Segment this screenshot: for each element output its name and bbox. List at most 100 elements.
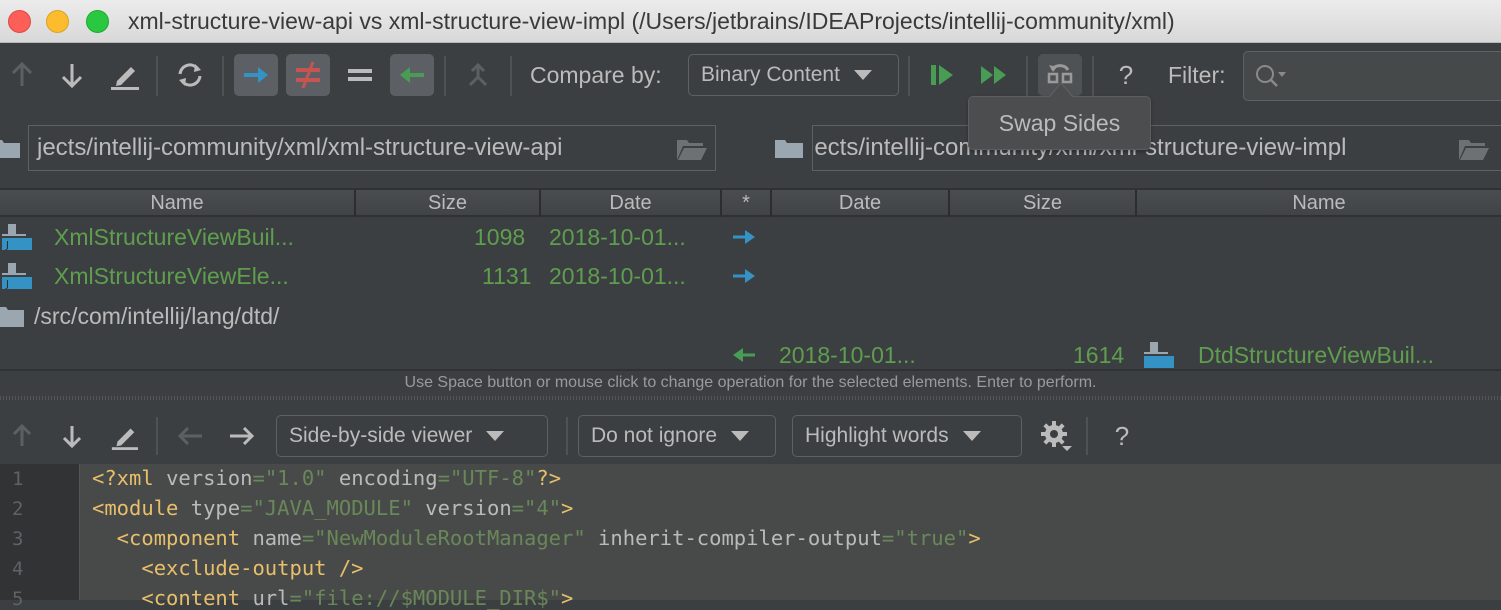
previous-file-button[interactable] bbox=[168, 415, 212, 457]
settings-button[interactable] bbox=[1034, 415, 1078, 457]
code-line[interactable]: <component name="NewModuleRootManager" i… bbox=[92, 526, 981, 550]
arrow-down-icon bbox=[61, 64, 83, 88]
left-path-field[interactable]: jects/intellij-community/xml/xml-structu… bbox=[28, 125, 716, 171]
close-window-button[interactable] bbox=[8, 10, 31, 33]
window-titlebar: xml-structure-view-api vs xml-structure-… bbox=[0, 0, 1501, 43]
code-line[interactable]: <?xml version="1.0" encoding="UTF-8"?> bbox=[92, 466, 561, 490]
folder-icon bbox=[775, 140, 803, 158]
search-icon bbox=[1256, 65, 1286, 87]
equal-icon bbox=[348, 69, 372, 81]
show-different-toggle[interactable] bbox=[286, 54, 330, 96]
table-row[interactable]: J XmlStructureViewBuil... 1098 2018-10-0… bbox=[0, 218, 1501, 258]
code-token-tag: > bbox=[561, 496, 574, 520]
folder-icon bbox=[0, 140, 20, 158]
code-token-tag: <module bbox=[92, 496, 191, 520]
code-line[interactable]: <module type="JAVA_MODULE" version="4"> bbox=[92, 496, 573, 520]
code-line[interactable]: <exclude-output /> bbox=[92, 556, 363, 580]
folder-path: /src/com/intellij/lang/dtd/ bbox=[34, 303, 280, 329]
arrow-right-icon bbox=[230, 426, 255, 446]
line-number: 1 bbox=[12, 468, 24, 490]
next-change-button[interactable] bbox=[50, 415, 94, 457]
refresh-icon bbox=[178, 63, 202, 87]
merge-button[interactable] bbox=[456, 54, 500, 96]
line-number: 3 bbox=[12, 528, 24, 550]
merge-icon bbox=[468, 62, 488, 87]
maximize-window-button[interactable] bbox=[86, 10, 109, 33]
right-file-size: 1614 bbox=[1073, 342, 1125, 368]
previous-change-button[interactable] bbox=[0, 415, 44, 457]
code-token-tag: <component bbox=[92, 526, 253, 550]
ignore-whitespace-value: Do not ignore bbox=[591, 424, 718, 447]
column-left-date[interactable]: Date bbox=[541, 190, 722, 217]
help-button[interactable]: ? bbox=[1104, 54, 1148, 96]
left-file-size: 1098 bbox=[474, 224, 526, 250]
code-token-attr: version bbox=[166, 466, 253, 490]
code-token-eq: = bbox=[511, 496, 525, 520]
chevron-down-icon bbox=[853, 70, 872, 80]
viewer-mode-dropdown[interactable]: Side-by-side viewer bbox=[276, 415, 548, 457]
previous-difference-button[interactable] bbox=[0, 54, 44, 96]
code-token-attr: encoding bbox=[326, 466, 438, 490]
diff-editor[interactable]: 1 2 3 4 5 <?xml version="1.0" encoding="… bbox=[0, 464, 1501, 610]
code-token-eq: = bbox=[289, 586, 302, 610]
compare-by-value: Binary Content bbox=[701, 63, 840, 86]
copy-left-arrow-icon[interactable] bbox=[732, 346, 756, 364]
synchronize-all-button[interactable] bbox=[972, 54, 1016, 96]
code-token-tag: > bbox=[561, 586, 574, 610]
left-file-name: XmlStructureViewEle... bbox=[54, 263, 289, 289]
filter-input[interactable] bbox=[1243, 51, 1501, 101]
java-file-icon bbox=[1144, 342, 1174, 368]
edit-source-button[interactable] bbox=[102, 54, 146, 96]
code-token-val: "true" bbox=[894, 526, 969, 550]
code-token-attr: url bbox=[252, 586, 290, 610]
left-file-date: 2018-10-01... bbox=[549, 263, 686, 289]
code-token-attr: type bbox=[190, 496, 241, 520]
compare-by-dropdown[interactable]: Binary Content bbox=[688, 54, 899, 96]
column-left-size[interactable]: Size bbox=[356, 190, 541, 217]
left-path-value: jects/intellij-community/xml/xml-structu… bbox=[37, 134, 563, 161]
help-icon: ? bbox=[1114, 420, 1130, 451]
edit-source-button[interactable] bbox=[102, 415, 146, 457]
highlight-mode-dropdown[interactable]: Highlight words bbox=[792, 415, 1022, 457]
show-equal-toggle[interactable] bbox=[338, 54, 382, 96]
table-row[interactable]: J XmlStructureViewEle... 1131 2018-10-01… bbox=[0, 257, 1501, 297]
arrow-up-icon bbox=[11, 62, 33, 86]
line-number: 2 bbox=[12, 498, 24, 520]
panel-splitter[interactable] bbox=[0, 396, 1501, 400]
play-step-icon bbox=[931, 65, 953, 85]
ignore-whitespace-dropdown[interactable]: Do not ignore bbox=[578, 415, 776, 457]
filter-label: Filter: bbox=[1168, 62, 1226, 88]
column-right-size[interactable]: Size bbox=[950, 190, 1137, 217]
show-new-on-right-toggle[interactable] bbox=[390, 54, 434, 96]
show-new-on-left-toggle[interactable] bbox=[234, 54, 278, 96]
column-operation[interactable]: * bbox=[722, 190, 772, 217]
svg-text:J: J bbox=[5, 240, 9, 251]
synchronize-selected-button[interactable] bbox=[920, 54, 964, 96]
copy-right-arrow-icon[interactable] bbox=[732, 228, 756, 246]
next-file-button[interactable] bbox=[220, 415, 264, 457]
chevron-down-icon bbox=[731, 431, 750, 441]
help-button[interactable]: ? bbox=[1100, 415, 1144, 457]
code-token-eq: = bbox=[437, 466, 450, 490]
code-token-tag: > bbox=[968, 526, 981, 550]
arrow-right-blue-icon bbox=[244, 67, 268, 83]
comparison-table-header: Name Size Date * Date Size Name bbox=[0, 188, 1501, 217]
refresh-button[interactable] bbox=[168, 54, 212, 96]
next-difference-button[interactable] bbox=[50, 54, 94, 96]
browse-folder-icon[interactable] bbox=[1459, 138, 1489, 160]
code-line[interactable]: <content url="file://$MODULE_DIR$"> bbox=[92, 586, 573, 610]
java-file-icon: J bbox=[2, 263, 32, 290]
folder-row[interactable]: /src/com/intellij/lang/dtd/ bbox=[0, 297, 1501, 337]
column-right-date[interactable]: Date bbox=[772, 190, 950, 217]
column-left-name[interactable]: Name bbox=[0, 190, 356, 217]
minimize-window-button[interactable] bbox=[46, 10, 69, 33]
browse-folder-icon[interactable] bbox=[677, 138, 707, 160]
line-number-gutter: 1 2 3 4 5 bbox=[0, 464, 80, 610]
code-token-val: "NewModuleRootManager" bbox=[314, 526, 586, 550]
code-token-tag: ?> bbox=[536, 466, 562, 490]
right-path-field[interactable]: jects/intellij-community/xml/xml-structu… bbox=[812, 125, 1501, 171]
code-token-attr: inherit-compiler-output bbox=[585, 526, 882, 550]
copy-right-arrow-icon[interactable] bbox=[732, 267, 756, 285]
code-token-eq: = bbox=[301, 526, 315, 550]
column-right-name[interactable]: Name bbox=[1137, 190, 1501, 217]
